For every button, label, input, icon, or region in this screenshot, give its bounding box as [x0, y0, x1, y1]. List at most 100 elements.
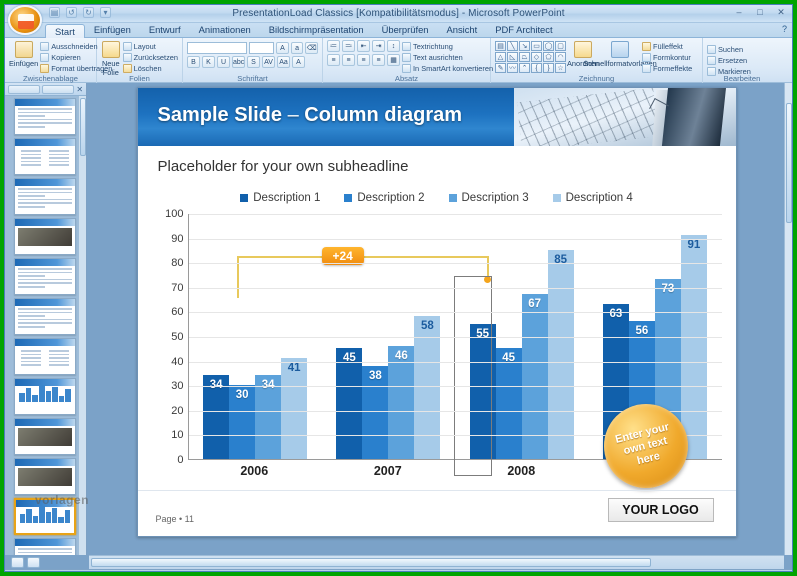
strikethrough-button[interactable]: abc: [232, 56, 245, 68]
tab-animationen[interactable]: Animationen: [190, 23, 260, 38]
diamond-shape-icon[interactable]: ◇: [531, 52, 542, 62]
text-direction-button[interactable]: Textrichtung: [402, 41, 493, 51]
find-button[interactable]: Suchen: [707, 44, 777, 54]
pane-close-icon[interactable]: ✕: [76, 85, 83, 94]
increase-indent-icon[interactable]: ⇥: [372, 40, 385, 52]
tab-pdf-architect[interactable]: PDF Architect: [486, 23, 561, 38]
clear-formatting-icon[interactable]: ⌫: [305, 42, 318, 54]
bar-2007-2[interactable]: 38: [362, 365, 389, 459]
numbering-icon[interactable]: ≕: [342, 40, 355, 52]
pentagon-shape-icon[interactable]: ⬠: [543, 52, 554, 62]
thumbnail-slide-1[interactable]: 1: [14, 98, 76, 135]
line-shape-icon[interactable]: ╲: [507, 41, 518, 51]
callout-stamp[interactable]: Enter your own text here: [603, 404, 688, 488]
tab-bildschirmpraesentation[interactable]: Bildschirmpräsentation: [260, 23, 373, 38]
window-controls[interactable]: – □ ✕: [732, 7, 788, 18]
thumbnail-slide-5[interactable]: 5: [14, 258, 76, 295]
brace-right-icon[interactable]: }: [543, 63, 554, 73]
character-spacing-button[interactable]: AV: [262, 56, 275, 68]
shape-outline-button[interactable]: Formkontur: [642, 52, 692, 62]
bar-2007-3[interactable]: 46: [388, 345, 415, 459]
shadow-button[interactable]: S: [247, 56, 260, 68]
oval-shape-icon[interactable]: ◯: [543, 41, 554, 51]
columns-icon[interactable]: ▦: [387, 54, 400, 66]
reset-button[interactable]: Zurücksetzen: [122, 52, 178, 62]
decrease-indent-icon[interactable]: ⇤: [357, 40, 370, 52]
tab-ansicht[interactable]: Ansicht: [438, 23, 487, 38]
trapezoid-shape-icon[interactable]: ⏢: [519, 52, 530, 62]
bold-button[interactable]: B: [187, 56, 200, 68]
bullets-icon[interactable]: ≔: [327, 40, 340, 52]
slide-11[interactable]: Sample Slide – Column diagram Placeholde…: [136, 87, 737, 537]
slide-sorter-icon[interactable]: [27, 556, 40, 568]
outline-tab[interactable]: [42, 84, 75, 94]
convert-smartart-button[interactable]: In SmartArt konvertieren: [402, 63, 493, 73]
align-center-icon[interactable]: ≡: [342, 54, 355, 66]
replace-button[interactable]: Ersetzen: [707, 55, 777, 65]
zoom-out-button[interactable]: −: [691, 572, 701, 573]
thumbnail-slide-10[interactable]: 10: [14, 458, 76, 495]
thumbnail-slide-9[interactable]: 9: [14, 418, 76, 455]
textbox-shape-icon[interactable]: ▤: [495, 41, 506, 51]
bar-2008-2[interactable]: 45: [495, 348, 522, 459]
slide-vertical-scrollbar[interactable]: [784, 83, 792, 555]
office-orb-button[interactable]: [8, 5, 42, 35]
thumbnail-slide-7[interactable]: 7: [14, 338, 76, 375]
thumbnail-slide-8[interactable]: 8: [14, 378, 76, 415]
scrollbar-thumb[interactable]: [80, 98, 86, 156]
change-case-button[interactable]: Aa: [277, 56, 290, 68]
bar-2006-4[interactable]: 41: [281, 358, 308, 459]
thumbnail-slide-12[interactable]: 12: [14, 538, 76, 555]
bar-2008-3[interactable]: 67: [521, 294, 548, 459]
thumbnail-slide-6[interactable]: 6: [14, 298, 76, 335]
shape-effects-button[interactable]: Formeffekte: [642, 63, 692, 73]
rectangle-shape-icon[interactable]: ▭: [531, 41, 542, 51]
horizontal-scrollbar-thumb[interactable]: [91, 558, 651, 567]
brace-left-icon[interactable]: {: [531, 63, 542, 73]
align-text-button[interactable]: Text ausrichten: [402, 52, 493, 62]
shrink-font-icon[interactable]: a: [290, 42, 304, 54]
thumbnail-scrollbar[interactable]: [78, 96, 86, 555]
freeform-shape-icon[interactable]: ✎: [495, 63, 506, 73]
delete-slide-button[interactable]: Löschen: [122, 63, 178, 73]
arc-shape-icon[interactable]: ◠: [555, 52, 566, 62]
line-spacing-icon[interactable]: ↕: [387, 40, 400, 52]
selected-bar-outline[interactable]: [453, 276, 492, 476]
bar-2007-1[interactable]: 45: [336, 348, 363, 459]
star-shape-icon[interactable]: ☆: [555, 63, 566, 73]
align-right-icon[interactable]: ≡: [357, 54, 370, 66]
pane-view-buttons[interactable]: [9, 555, 40, 569]
rounded-rect-shape-icon[interactable]: ▢: [555, 41, 566, 51]
thumbnail-slide-2[interactable]: 2: [14, 138, 76, 175]
chevron-shape-icon[interactable]: ⌃: [519, 63, 530, 73]
layout-button[interactable]: Layout: [122, 41, 178, 51]
language-indicator[interactable]: Deutsch (Deutschland): [165, 572, 266, 573]
underline-button[interactable]: U: [217, 56, 230, 68]
tab-entwurf[interactable]: Entwurf: [140, 23, 190, 38]
font-family-combobox[interactable]: [187, 42, 247, 54]
vertical-scrollbar-thumb[interactable]: [786, 103, 792, 223]
normal-view-icon[interactable]: [11, 556, 24, 568]
grow-font-icon[interactable]: A: [276, 42, 289, 54]
help-icon[interactable]: ?: [782, 24, 787, 34]
maximize-button[interactable]: □: [753, 7, 767, 18]
font-color-button[interactable]: A: [292, 56, 305, 68]
logo-placeholder[interactable]: YOUR LOGO: [607, 498, 714, 522]
bar-2006-1[interactable]: 34: [203, 375, 230, 459]
justify-icon[interactable]: ≡: [372, 54, 385, 66]
thumbnail-list[interactable]: 1234567891011121314: [5, 96, 78, 555]
tab-start[interactable]: Start: [45, 24, 85, 38]
font-size-combobox[interactable]: [248, 42, 275, 54]
bar-2008-4[interactable]: 85: [547, 249, 574, 459]
slide-horizontal-scrollbar[interactable]: [89, 555, 784, 569]
zoom-slider-handle[interactable]: [731, 572, 734, 573]
tab-ueberpruefen[interactable]: Überprüfen: [373, 23, 438, 38]
slides-tab[interactable]: [8, 84, 41, 94]
minimize-button[interactable]: –: [732, 7, 746, 18]
arrow-shape-icon[interactable]: ↘: [519, 41, 530, 51]
thumbnail-slide-4[interactable]: 4: [14, 218, 76, 255]
zoom-in-button[interactable]: +: [767, 572, 777, 573]
tab-einfuegen[interactable]: Einfügen: [85, 23, 140, 38]
slide-canvas[interactable]: Sample Slide – Column diagram Placeholde…: [89, 83, 784, 555]
bar-2006-2[interactable]: 30: [229, 385, 256, 459]
